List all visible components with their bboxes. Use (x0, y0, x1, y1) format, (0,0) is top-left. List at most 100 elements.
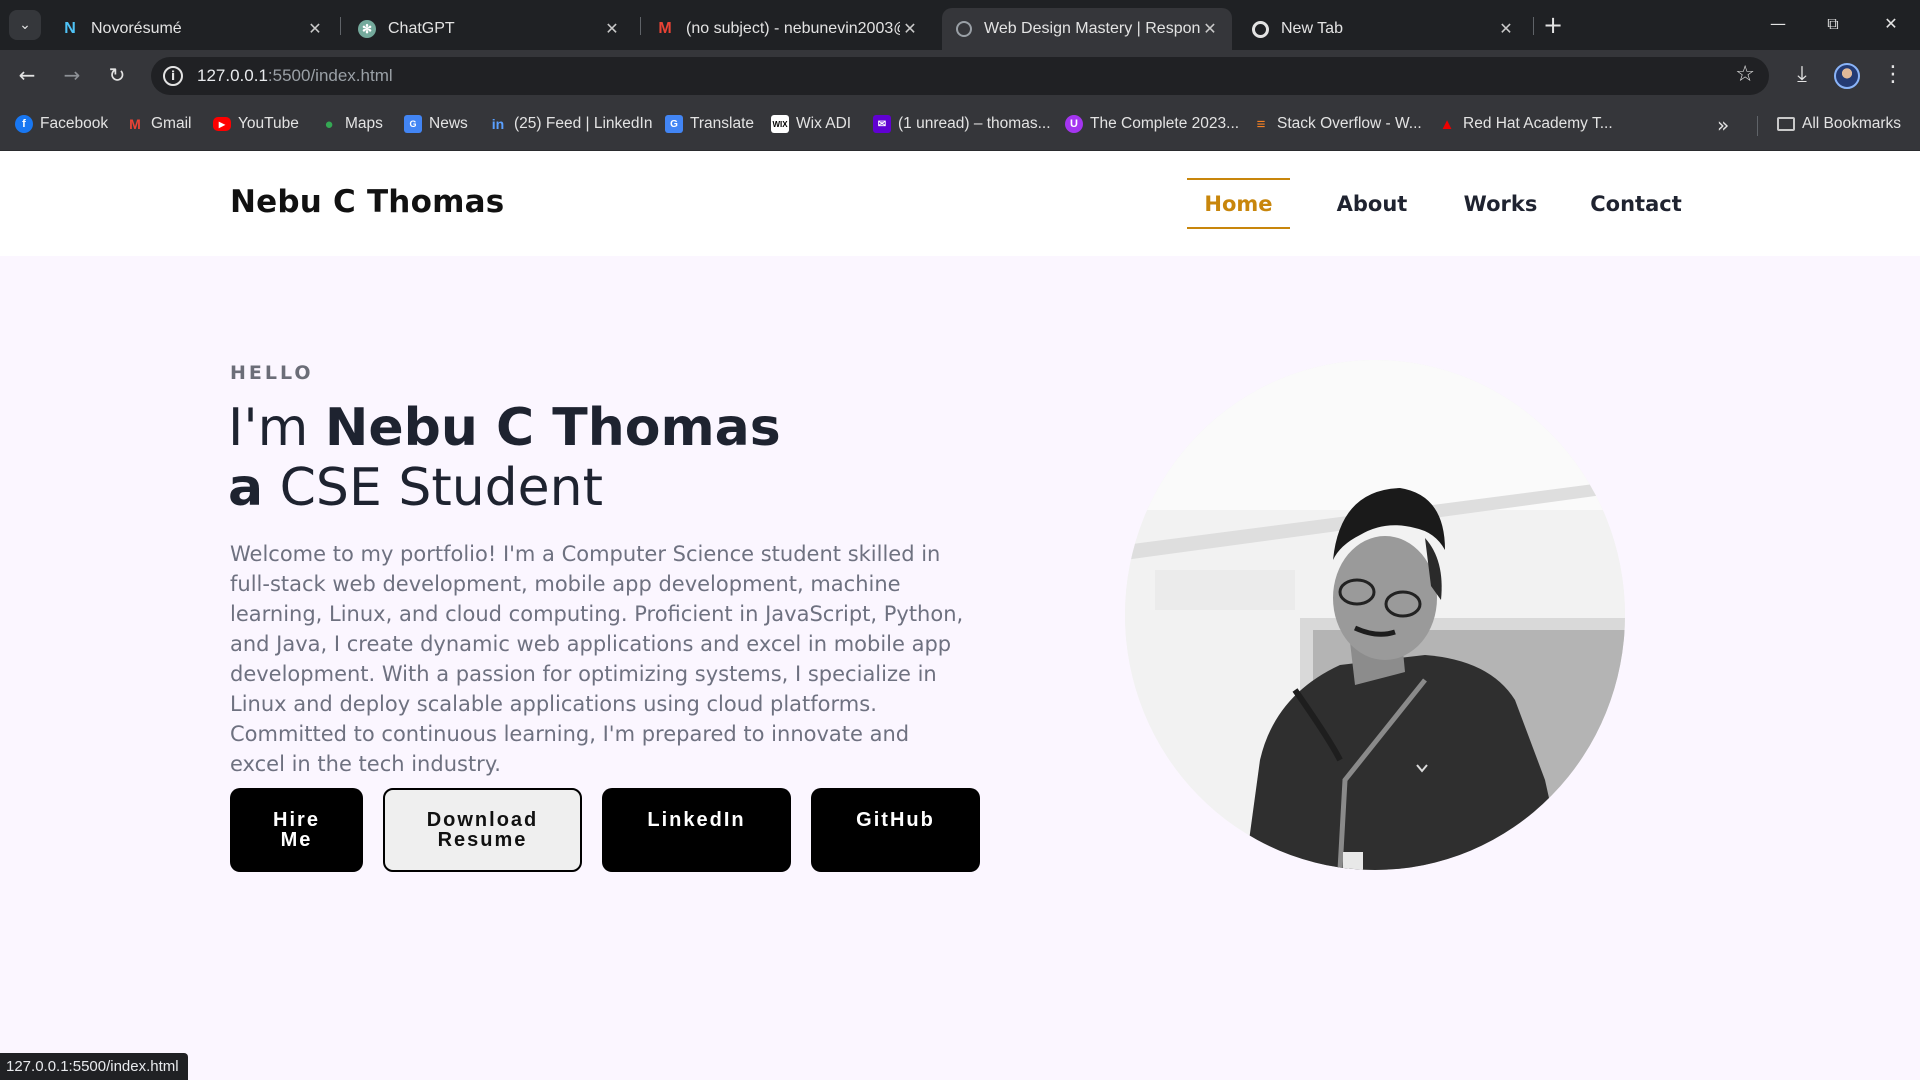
close-window-button[interactable]: ✕ (1876, 12, 1906, 36)
plus-icon: + (1543, 11, 1564, 39)
button-label: Me (280, 829, 313, 851)
bookmark-news[interactable]: G News (404, 115, 468, 133)
bookmark-label: News (429, 115, 468, 132)
udemy-icon: U (1065, 115, 1083, 133)
hero-greeting: HELLO (230, 362, 314, 384)
hero-prefix: I'm (228, 398, 325, 458)
close-icon[interactable]: ✕ (305, 19, 325, 39)
yahoo-mail-icon: ✉ (873, 115, 891, 133)
profile-avatar[interactable] (1834, 63, 1860, 89)
tab-new-tab[interactable]: New Tab ✕ (1238, 8, 1528, 50)
translate-icon: G (665, 115, 683, 133)
site-info-icon[interactable]: i (163, 66, 183, 86)
folder-icon (1777, 117, 1795, 131)
minimize-button[interactable]: — (1763, 12, 1793, 36)
bookmark-label: Wix ADI (796, 115, 852, 132)
nav-works[interactable]: Works (1448, 178, 1553, 229)
restore-button[interactable]: ⧉ (1818, 12, 1848, 36)
news-icon: G (404, 115, 422, 133)
bookmark-udemy[interactable]: U The Complete 2023... (1065, 115, 1239, 133)
site-header: Nebu C Thomas Home About Works Contact (0, 151, 1920, 256)
bookmark-label: Translate (690, 115, 755, 132)
profile-portrait (1125, 360, 1625, 870)
all-bookmarks-button[interactable]: All Bookmarks (1777, 115, 1901, 133)
site-logo[interactable]: Nebu C Thomas (230, 184, 504, 220)
facebook-icon: f (15, 115, 33, 133)
tab-title: New Tab (1281, 20, 1343, 37)
close-icon[interactable]: ✕ (602, 19, 622, 39)
restore-icon: ⧉ (1827, 14, 1839, 33)
minimize-icon: — (1770, 14, 1786, 33)
button-label: Hire (273, 809, 320, 831)
more-bookmarks-button[interactable]: » (1717, 113, 1729, 137)
close-icon[interactable]: ✕ (1496, 19, 1516, 39)
linkedin-button[interactable]: LinkedIn (602, 788, 791, 872)
tab-gmail[interactable]: M (no subject) - nebunevin2003@ ✕ (642, 8, 932, 50)
url-text[interactable]: 127.0.0.1:5500/index.html (197, 66, 393, 86)
bookmarks-bar: f Facebook M Gmail ▶ YouTube ● Maps G Ne… (0, 100, 1920, 151)
bookmark-linkedin[interactable]: in (25) Feed | LinkedIn (489, 115, 653, 133)
bookmark-label: The Complete 2023... (1090, 115, 1240, 132)
url-host: 127.0.0.1 (197, 66, 268, 85)
bookmark-label: Stack Overflow - W... (1277, 115, 1422, 132)
hire-me-button[interactable]: Hire Me (230, 788, 363, 872)
github-button[interactable]: GitHub (811, 788, 980, 872)
tab-chatgpt[interactable]: ✻ ChatGPT ✕ (344, 8, 634, 50)
tab-divider (1533, 17, 1534, 35)
chevron-down-icon: ⌄ (19, 17, 31, 33)
downloads-button[interactable]: ⤓ (1787, 61, 1817, 89)
hero-name: Nebu C Thomas (324, 398, 781, 458)
gmail-icon: M (129, 116, 141, 132)
stackoverflow-icon: ≡ (1256, 115, 1266, 133)
bookmark-translate[interactable]: G Translate (665, 115, 754, 133)
bookmark-label: Red Hat Academy T... (1463, 115, 1613, 132)
bookmark-label: (1 unread) – thomas... (898, 115, 1051, 132)
nav-contact[interactable]: Contact (1576, 178, 1696, 229)
nav-home[interactable]: Home (1187, 178, 1290, 229)
browser-menu-button[interactable]: ⋮ (1878, 61, 1908, 89)
bookmark-wix[interactable]: WIX Wix ADI (771, 115, 851, 133)
hero-article: a (228, 458, 264, 518)
bookmark-yahoo-mail[interactable]: ✉ (1 unread) – thomas... (873, 115, 1051, 133)
new-tab-button[interactable]: + (1543, 12, 1563, 38)
browser-toolbar: ← → ↻ i 127.0.0.1:5500/index.html ☆ ⤓ ⋮ (0, 50, 1920, 100)
chatgpt-icon: ✻ (358, 20, 376, 38)
bookmark-label: (25) Feed | LinkedIn (514, 115, 653, 132)
forward-button[interactable]: → (59, 62, 85, 88)
bookmark-facebook[interactable]: f Facebook (15, 115, 108, 133)
bookmark-redhat[interactable]: ▲ Red Hat Academy T... (1438, 115, 1613, 133)
youtube-icon: ▶ (213, 117, 231, 131)
close-icon[interactable]: ✕ (900, 19, 920, 39)
button-label: Resume (437, 829, 528, 851)
browser-tab-strip: ⌄ N Novorésumé ✕ ✻ ChatGPT ✕ M (no subje… (0, 0, 1920, 50)
address-bar[interactable]: i 127.0.0.1:5500/index.html ☆ (151, 57, 1769, 95)
chrome-icon (1252, 20, 1269, 38)
wix-icon: WIX (771, 115, 789, 133)
hero-description: Welcome to my portfolio! I'm a Computer … (230, 542, 964, 776)
bookmark-gmail[interactable]: M Gmail (126, 115, 191, 133)
tab-divider (640, 17, 641, 35)
arrow-left-icon: ← (18, 63, 36, 87)
link-status-bar: 127.0.0.1:5500/index.html (0, 1053, 188, 1080)
tab-title: Novorésumé (91, 20, 182, 37)
bookmark-stackoverflow[interactable]: ≡ Stack Overflow - W... (1252, 115, 1422, 133)
bookmark-maps[interactable]: ● Maps (320, 115, 382, 133)
tab-novoresume[interactable]: N Novorésumé ✕ (47, 8, 337, 50)
tab-web-design-mastery[interactable]: Web Design Mastery | Responsi ✕ (942, 8, 1232, 50)
double-chevron-right-icon: » (1717, 113, 1730, 137)
arrow-right-icon: → (63, 63, 81, 87)
button-label: Download (426, 809, 539, 831)
tab-title: Web Design Mastery | Responsi (984, 20, 1200, 37)
all-bookmarks-label: All Bookmarks (1802, 115, 1902, 132)
bookmark-star-icon[interactable]: ☆ (1735, 62, 1755, 87)
close-icon[interactable]: ✕ (1200, 19, 1220, 39)
gmail-icon: M (658, 20, 672, 37)
bookmark-youtube[interactable]: ▶ YouTube (213, 115, 299, 133)
hero-heading-line2: a CSE Student (228, 457, 603, 519)
nav-about[interactable]: About (1322, 178, 1422, 229)
tab-search-button[interactable]: ⌄ (9, 10, 41, 40)
reload-button[interactable]: ↻ (104, 62, 130, 88)
redhat-icon: ▲ (1439, 115, 1455, 133)
back-button[interactable]: ← (14, 62, 40, 88)
download-resume-button[interactable]: Download Resume (383, 788, 582, 872)
